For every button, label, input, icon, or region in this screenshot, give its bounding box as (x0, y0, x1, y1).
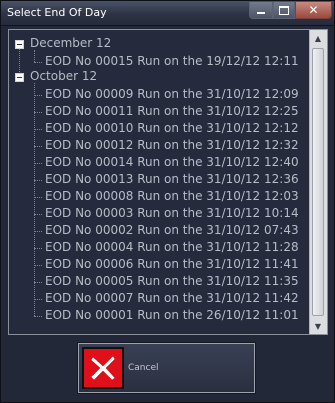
tree-item[interactable]: EOD No 00009 Run on the 31/10/12 12:09 (45, 87, 299, 101)
tree-item[interactable]: EOD No 00007 Run on the 31/10/12 11:42 (45, 291, 299, 305)
eod-tree: December 12 EOD No 00015 Run on the 19/1… (9, 30, 310, 334)
tree-item[interactable]: EOD No 00001 Run on the 26/10/12 11:01 (45, 308, 299, 322)
scroll-down-button[interactable]: ▼ (310, 318, 326, 334)
maximize-button[interactable] (273, 2, 295, 19)
title-bar: Select End Of Day ✕ (1, 1, 334, 26)
tree-item[interactable]: EOD No 00002 Run on the 31/10/12 07:43 (45, 223, 299, 237)
tree-connector (34, 146, 42, 147)
tree-item[interactable]: EOD No 00004 Run on the 31/10/12 11:28 (45, 240, 299, 254)
tree-connector (34, 265, 42, 266)
tree-item[interactable]: EOD No 00015 Run on the 19/12/12 12:11 (45, 54, 299, 68)
tree-item[interactable]: EOD No 00013 Run on the 31/10/12 12:36 (45, 172, 299, 186)
tree-connector (34, 299, 42, 300)
tree-connector (34, 248, 42, 249)
scroll-up-button[interactable]: ▲ (310, 30, 326, 46)
cancel-label: Cancel (128, 363, 159, 373)
collapse-icon[interactable] (15, 73, 24, 82)
tree-connector (34, 180, 42, 181)
red-x-icon (82, 347, 124, 389)
eod-tree-panel: December 12 EOD No 00015 Run on the 19/1… (8, 29, 328, 335)
tree-connector (34, 282, 42, 283)
tree-connector (34, 197, 42, 198)
tree-connector (34, 50, 35, 62)
tree-connector (34, 214, 42, 215)
maximize-icon (279, 5, 289, 15)
tree-connector (34, 95, 42, 96)
tree-connector (34, 129, 42, 130)
tree-item[interactable]: EOD No 00005 Run on the 31/10/12 11:35 (45, 274, 299, 288)
tree-group-label: December 12 (30, 36, 112, 50)
tree-connector (34, 316, 42, 317)
minimize-button[interactable] (249, 2, 273, 19)
tree-item[interactable]: EOD No 00003 Run on the 31/10/12 10:14 (45, 206, 299, 220)
tree-item[interactable]: EOD No 00012 Run on the 31/10/12 12:32 (45, 138, 299, 152)
tree-scrollbar[interactable]: ▲ ▼ (309, 30, 327, 334)
tree-item[interactable]: EOD No 00014 Run on the 31/10/12 12:40 (45, 155, 299, 169)
close-button[interactable]: ✕ (295, 2, 332, 19)
collapse-icon[interactable] (15, 40, 24, 49)
tree-connector (34, 112, 42, 113)
arrow-down-icon: ▼ (314, 321, 322, 331)
tree-item[interactable]: EOD No 00008 Run on the 31/10/12 12:03 (45, 189, 299, 203)
tree-group-label: October 12 (30, 69, 98, 83)
tree-connector (34, 62, 42, 63)
tree-item[interactable]: EOD No 00006 Run on the 31/10/12 11:41 (45, 257, 299, 271)
tree-connector (34, 163, 42, 164)
scrollbar-thumb[interactable] (312, 48, 324, 316)
tree-connector (34, 231, 42, 232)
window-title: Select End Of Day (7, 6, 107, 19)
arrow-up-icon: ▲ (314, 33, 322, 43)
minimize-icon (257, 12, 265, 14)
close-icon: ✕ (308, 3, 319, 17)
tree-item[interactable]: EOD No 00010 Run on the 31/10/12 12:12 (45, 121, 299, 135)
tree-item[interactable]: EOD No 00011 Run on the 31/10/12 12:25 (45, 104, 299, 118)
cancel-button[interactable]: Cancel (77, 342, 256, 394)
select-eod-window: Select End Of Day ✕ December 12 EOD No 0… (0, 0, 335, 403)
